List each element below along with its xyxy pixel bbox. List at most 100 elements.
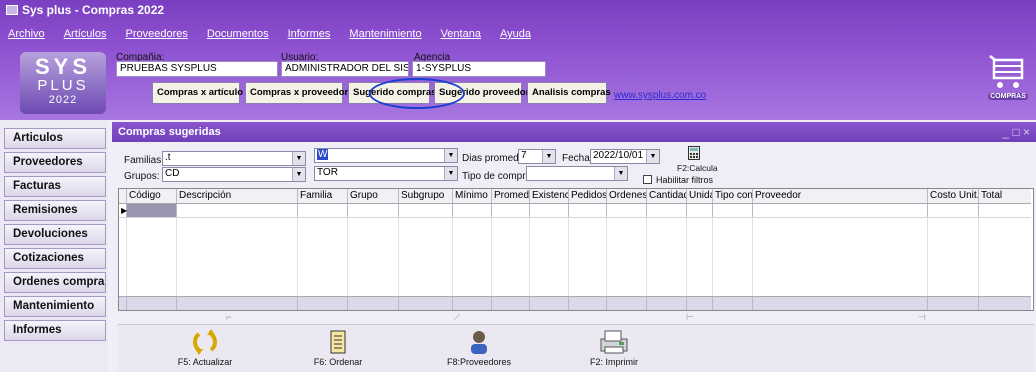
grid-cell[interactable] bbox=[298, 204, 348, 217]
tipo-compra-label: Tipo de compra: bbox=[462, 171, 534, 182]
grupos-value: CD bbox=[165, 168, 180, 179]
grid-header-subgrupo[interactable]: Subgrupo bbox=[399, 189, 453, 203]
compras-cart-icon[interactable]: COMPRAS bbox=[988, 52, 1028, 106]
menu-proveedores[interactable]: Proveedores bbox=[125, 28, 187, 44]
actualizar-button[interactable]: F5: Actualizar bbox=[170, 329, 240, 367]
grid-header-grupo[interactable]: Grupo bbox=[348, 189, 399, 203]
fecha-value: 2022/10/01 bbox=[593, 150, 644, 161]
grid-header-promedio[interactable]: Promedic bbox=[492, 189, 530, 203]
grid-cell[interactable] bbox=[713, 204, 753, 217]
chevron-down-icon: ▼ bbox=[292, 168, 305, 181]
dias-promedio-select[interactable]: 7 ▼ bbox=[518, 149, 556, 164]
menu-ventana[interactable]: Ventana bbox=[441, 28, 481, 44]
tick-mark: ⊢ bbox=[686, 312, 694, 322]
nav-ordenes-compra[interactable]: Ordenes compra bbox=[4, 272, 106, 293]
grid-cell[interactable] bbox=[928, 204, 979, 217]
nav-informes[interactable]: Informes bbox=[4, 320, 106, 341]
sidebar: Articulos Proveedores Facturas Remisione… bbox=[0, 120, 108, 372]
app-icon bbox=[6, 5, 18, 15]
row-pointer-icon: ▶ bbox=[121, 206, 128, 215]
linea-select[interactable]: TOR ▼ bbox=[314, 166, 458, 181]
subgrupo-select[interactable]: W ▼ bbox=[314, 148, 458, 163]
agencia-field[interactable]: 1-SYSPLUS bbox=[412, 61, 546, 77]
grid-header-row: Código Descripción Familia Grupo Subgrup… bbox=[119, 189, 1031, 204]
grid-cell[interactable] bbox=[687, 204, 713, 217]
chevron-down-icon: ▼ bbox=[646, 150, 659, 163]
menu-informes[interactable]: Informes bbox=[288, 28, 331, 44]
grid-row-selector-header bbox=[119, 189, 127, 203]
nav-devoluciones[interactable]: Devoluciones bbox=[4, 224, 106, 245]
nav-cotizaciones[interactable]: Cotizaciones bbox=[4, 248, 106, 269]
grid-header-descripcion[interactable]: Descripción bbox=[177, 189, 298, 203]
window-title: Sys plus - Compras 2022 bbox=[22, 3, 165, 17]
menu-articulos[interactable]: Artículos bbox=[64, 28, 107, 44]
grid-header-total[interactable]: Total bbox=[979, 189, 1031, 203]
nav-remisiones[interactable]: Remisiones bbox=[4, 200, 106, 221]
grupos-select[interactable]: CD ▼ bbox=[162, 167, 306, 182]
imprimir-button[interactable]: F2: Imprimir bbox=[584, 329, 644, 367]
grid-header-codigo[interactable]: Código bbox=[127, 189, 177, 203]
nav-facturas[interactable]: Facturas bbox=[4, 176, 106, 197]
menu-bar: Archivo Artículos Proveedores Documentos… bbox=[8, 28, 550, 44]
familias-value: .t bbox=[165, 152, 171, 163]
tipo-compra-select[interactable]: ▼ bbox=[526, 166, 628, 181]
grid-tick-row: ⌐ ⟋ ⊢ ⊣ bbox=[118, 312, 1034, 324]
calculator-icon[interactable] bbox=[688, 146, 702, 160]
refresh-icon bbox=[193, 329, 217, 355]
menu-documentos[interactable]: Documentos bbox=[207, 28, 269, 44]
person-icon bbox=[471, 331, 487, 354]
window-controls-icon[interactable]: _ □ × bbox=[1002, 125, 1030, 139]
menu-mantenimiento[interactable]: Mantenimiento bbox=[349, 28, 421, 44]
grid-cell[interactable] bbox=[647, 204, 687, 217]
grid-cell[interactable] bbox=[569, 204, 607, 217]
grid-active-cell[interactable] bbox=[127, 204, 177, 217]
tick-mark: ⊣ bbox=[918, 312, 926, 322]
ordenar-button[interactable]: F6: Ordenar bbox=[308, 329, 368, 367]
imprimir-label: F2: Imprimir bbox=[590, 357, 638, 367]
usuario-field[interactable]: ADMINISTRADOR DEL SISTEM bbox=[281, 61, 409, 77]
fecha-picker[interactable]: 2022/10/01 ▼ bbox=[590, 149, 660, 164]
chevron-down-icon: ▼ bbox=[614, 167, 627, 180]
grid-header-proveedor[interactable]: Proveedor bbox=[753, 189, 928, 203]
nav-proveedores[interactable]: Proveedores bbox=[4, 152, 106, 173]
grid-header-cantidad[interactable]: Cantidad bbox=[647, 189, 687, 203]
grid-cell[interactable] bbox=[753, 204, 928, 217]
grid-cell[interactable] bbox=[453, 204, 492, 217]
grid-header-unidad[interactable]: Unida bbox=[687, 189, 713, 203]
compania-field[interactable]: PRUEBAS SYSPLUS bbox=[116, 61, 278, 77]
grid-header-tipo-con[interactable]: Tipo con bbox=[713, 189, 753, 203]
proveedores-button[interactable]: F8:Proveedores bbox=[446, 329, 512, 367]
function-bar: F5: Actualizar F6: Ordenar F8:Proveedore… bbox=[118, 324, 1034, 372]
grid-header-pedidos[interactable]: Pedidos bbox=[569, 189, 607, 203]
compras-x-proveedor-button[interactable]: Compras x proveedor bbox=[245, 82, 348, 104]
grid-header-costo-unit[interactable]: Costo Unit. bbox=[928, 189, 979, 203]
grid-header-ordenes[interactable]: Ordenes bbox=[607, 189, 647, 203]
menu-ayuda[interactable]: Ayuda bbox=[500, 28, 531, 44]
dias-promedio-value: 7 bbox=[521, 150, 527, 161]
notebook-icon bbox=[330, 330, 346, 354]
grid-header-minimo[interactable]: Mínimo bbox=[453, 189, 492, 203]
table-row[interactable] bbox=[119, 204, 1031, 218]
grupos-label: Grupos: bbox=[124, 171, 160, 182]
grid-cell[interactable] bbox=[492, 204, 530, 217]
grid-cell[interactable] bbox=[607, 204, 647, 217]
grid-cell[interactable] bbox=[348, 204, 399, 217]
title-bar: Sys plus - Compras 2022 bbox=[0, 0, 1036, 20]
purchases-grid[interactable]: Código Descripción Familia Grupo Subgrup… bbox=[118, 188, 1034, 311]
grid-header-existencia[interactable]: Existenci bbox=[530, 189, 569, 203]
analisis-compras-button[interactable]: Analisis compras bbox=[527, 82, 611, 104]
grid-cell[interactable] bbox=[177, 204, 298, 217]
chevron-down-icon: ▼ bbox=[292, 152, 305, 165]
menu-archivo[interactable]: Archivo bbox=[8, 28, 45, 44]
website-link[interactable]: www.sysplus.com.co bbox=[614, 90, 706, 101]
grid-cell[interactable] bbox=[530, 204, 569, 217]
grid-cell[interactable] bbox=[399, 204, 453, 217]
grid-header-familia[interactable]: Familia bbox=[298, 189, 348, 203]
logo-text-plus: PLUS bbox=[37, 77, 89, 94]
nav-articulos[interactable]: Articulos bbox=[4, 128, 106, 149]
compras-x-articulo-button[interactable]: Compras x artículo bbox=[152, 82, 243, 104]
habilitar-filtros-checkbox[interactable] bbox=[643, 175, 652, 184]
grid-cell[interactable] bbox=[979, 204, 1031, 217]
nav-mantenimiento[interactable]: Mantenimiento bbox=[4, 296, 106, 317]
familias-select[interactable]: .t ▼ bbox=[162, 151, 306, 166]
